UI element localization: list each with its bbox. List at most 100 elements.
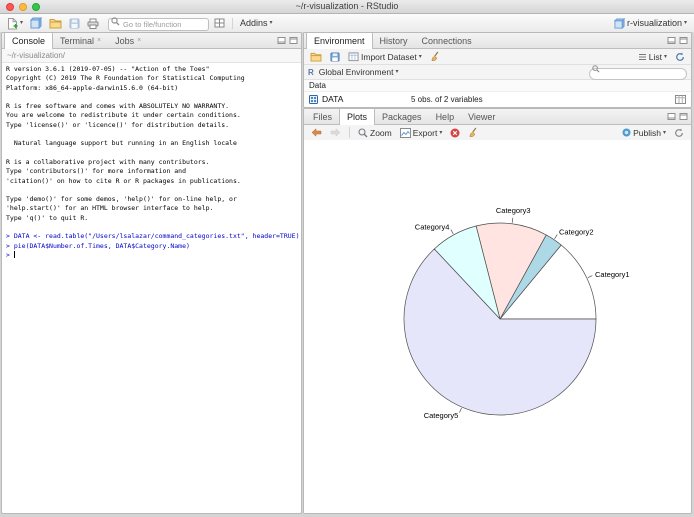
tab-terminal[interactable]: Terminal ×	[53, 33, 108, 48]
export-label: Export	[412, 127, 438, 138]
publish-button[interactable]: Publish ▾	[620, 127, 668, 139]
rstudio-window: { "window": { "title": "~/r-visualizatio…	[0, 0, 694, 517]
project-menu[interactable]: r-visualization ▾	[612, 17, 689, 30]
r-logo-icon: R	[308, 67, 314, 77]
export-image-icon	[399, 127, 411, 138]
close-window-button[interactable]	[6, 3, 14, 11]
zoom-plot-button[interactable]: Zoom	[356, 127, 394, 139]
tab-packages[interactable]: Packages	[375, 109, 429, 124]
environment-pane-controls	[667, 36, 688, 45]
working-directory-label: ~/r-visualization/	[7, 51, 66, 60]
chevron-down-icon: ▾	[662, 129, 666, 136]
broom-icon	[470, 127, 477, 137]
environment-search-input[interactable]	[589, 67, 687, 80]
section-label: Data	[309, 81, 326, 90]
console-line: Platform: x86_64-apple-darwin15.6.0 (64-…	[6, 83, 179, 92]
goto-file-input[interactable]	[108, 18, 210, 31]
titlebar: ~/r-visualization - RStudio	[0, 0, 694, 14]
environment-object-row[interactable]: DATA 5 obs. of 2 variables	[304, 92, 691, 106]
pie-label-tick	[554, 234, 558, 239]
console-line: > pie(DATA$Number.of.Times, DATA$Categor…	[6, 241, 190, 250]
tab-jobs[interactable]: Jobs ×	[108, 33, 148, 48]
list-view-label: List	[648, 51, 662, 62]
publish-icon	[622, 128, 631, 137]
tab-label: Console	[12, 35, 46, 46]
tab-label: History	[379, 35, 408, 46]
open-file-button[interactable]	[47, 17, 64, 30]
print-button[interactable]	[85, 17, 101, 30]
pie-label-tick	[450, 229, 454, 235]
console-line: Copyright (C) 2019 The R Foundation for …	[6, 74, 245, 83]
publish-label: Publish	[633, 127, 661, 138]
plot-area: Category1 Category2 Category3 Category4 Cate…	[304, 140, 691, 513]
zoom-window-button[interactable]	[32, 3, 40, 11]
tab-environment[interactable]: Environment	[306, 33, 373, 49]
pane-layout-button[interactable]	[212, 17, 227, 29]
chevron-down-icon: ▾	[20, 20, 24, 26]
save-workspace-button[interactable]	[328, 51, 342, 63]
export-plot-menu[interactable]: Export ▾	[398, 127, 445, 139]
project-cube-icon	[30, 17, 43, 29]
broom-icon	[431, 51, 439, 61]
refresh-environment-button[interactable]	[673, 51, 687, 63]
clear-plots-button[interactable]	[466, 126, 481, 139]
tab-help[interactable]: Help	[429, 109, 462, 124]
remove-plot-button[interactable]	[448, 127, 462, 139]
tab-viewer[interactable]: Viewer	[461, 109, 502, 124]
clear-objects-button[interactable]	[428, 50, 443, 63]
console-pane: Console Terminal × Jobs × ~/r-visualizat…	[1, 32, 302, 514]
print-icon	[87, 18, 99, 29]
save-icon	[330, 51, 340, 62]
minimize-pane-icon[interactable]	[667, 36, 676, 45]
global-environment-menu[interactable]: Global Environment ▾	[317, 66, 401, 78]
pie-label-tick	[511, 217, 514, 223]
refresh-icon	[676, 52, 684, 61]
close-tab-icon[interactable]: ×	[97, 37, 101, 44]
previous-plot-button[interactable]	[309, 127, 324, 138]
minimize-pane-icon[interactable]	[667, 112, 676, 121]
object-summary: 5 obs. of 2 variables	[411, 94, 483, 104]
chevron-down-icon: ▾	[269, 20, 273, 26]
maximize-pane-icon[interactable]	[289, 36, 298, 45]
toolbar-separator	[232, 17, 234, 29]
addins-menu[interactable]: Addins ▾	[238, 17, 275, 29]
new-file-button[interactable]: ▾	[5, 16, 25, 31]
console-line: 'citation()' on how to cite R or R packa…	[6, 176, 241, 185]
tab-connections[interactable]: Connections	[415, 33, 479, 48]
view-data-icon[interactable]	[675, 95, 686, 104]
working-directory-bar[interactable]: ~/r-visualization/	[2, 49, 301, 63]
project-name-label: r-visualization	[626, 18, 682, 28]
tab-plots[interactable]: Plots	[339, 109, 376, 125]
save-button[interactable]	[67, 17, 82, 30]
tab-label: Environment	[314, 35, 365, 46]
maximize-pane-icon[interactable]	[679, 36, 688, 45]
tab-files[interactable]: Files	[306, 109, 339, 124]
minimize-pane-icon[interactable]	[277, 36, 286, 45]
refresh-plots-button[interactable]	[672, 127, 686, 139]
next-plot-button[interactable]	[328, 127, 343, 138]
console-line: >	[6, 250, 15, 259]
close-tab-icon[interactable]: ×	[137, 37, 141, 44]
import-dataset-menu[interactable]: Import Dataset ▾	[346, 51, 424, 63]
chevron-down-icon: ▾	[663, 53, 667, 60]
list-view-menu[interactable]: List ▾	[636, 51, 669, 63]
new-project-button[interactable]	[28, 16, 44, 30]
minimize-window-button[interactable]	[19, 3, 27, 11]
goto-file-search	[108, 14, 210, 32]
data-section-header[interactable]: Data	[304, 80, 691, 92]
tab-label: Packages	[382, 111, 422, 122]
table-icon	[348, 51, 359, 61]
tab-label: Connections	[421, 35, 472, 46]
plots-tabbar: Files Plots Packages Help Viewer	[304, 109, 691, 125]
tab-console[interactable]: Console	[4, 33, 54, 49]
load-workspace-button[interactable]	[308, 51, 324, 63]
console-output[interactable]: R version 3.6.1 (2019-07-05) -- "Action …	[2, 63, 301, 262]
maximize-pane-icon[interactable]	[679, 112, 688, 121]
tab-label: Files	[313, 111, 333, 122]
pie-chart: Category1 Category2 Category3 Category4 Cate…	[403, 206, 630, 420]
pie-label: Category4	[415, 223, 450, 232]
environment-search	[589, 63, 687, 81]
tab-history[interactable]: History	[373, 33, 415, 48]
